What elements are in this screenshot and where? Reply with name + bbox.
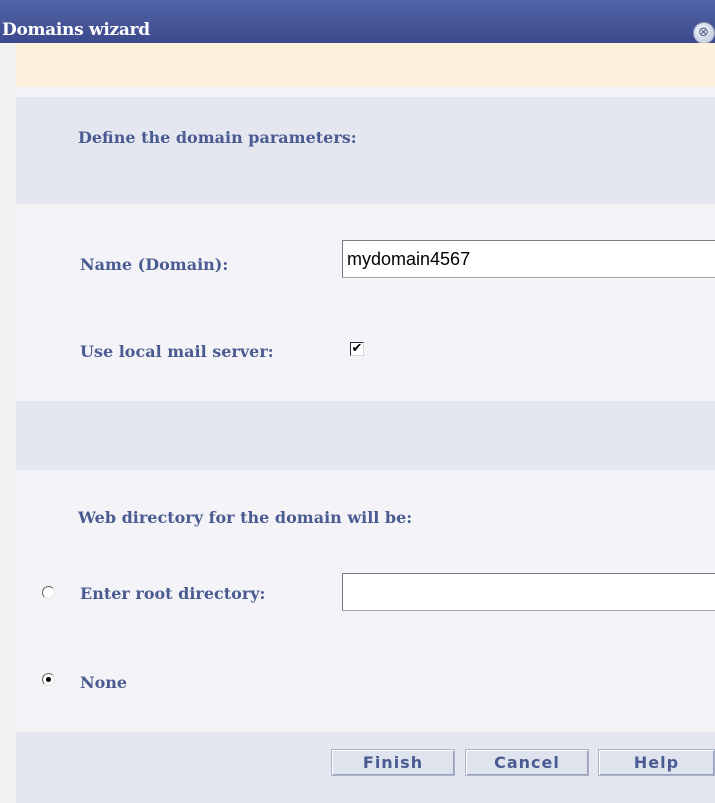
name-domain-label: Name (Domain): (80, 255, 229, 274)
help-button[interactable]: Help (598, 749, 715, 776)
params-heading: Define the domain parameters: (78, 128, 357, 147)
use-local-mail-server-label: Use local mail server: (80, 342, 274, 361)
name-domain-input[interactable] (342, 240, 715, 278)
left-rail (0, 43, 16, 803)
none-label: None (80, 673, 128, 692)
finish-button[interactable]: Finish (331, 749, 455, 776)
form-area (16, 204, 715, 401)
params-section (16, 97, 715, 204)
root-directory-input[interactable] (342, 573, 715, 611)
notice-strip (16, 43, 715, 87)
enter-root-directory-radio[interactable] (42, 586, 55, 599)
use-local-mail-server-checkbox[interactable]: ✔ (350, 342, 364, 356)
cancel-button[interactable]: Cancel (465, 749, 589, 776)
section-divider-band (16, 401, 715, 470)
window-title: Domains wizard (2, 20, 150, 40)
title-bar[interactable]: Domains wizard ⊗ (0, 0, 715, 44)
close-icon[interactable]: ⊗ (693, 22, 715, 44)
web-directory-heading: Web directory for the domain will be: (78, 508, 413, 527)
radio-selected-dot (46, 677, 51, 682)
domains-wizard-dialog: Domains wizard ⊗ Define the domain param… (0, 0, 715, 803)
enter-root-directory-label: Enter root directory: (80, 584, 266, 603)
none-radio[interactable] (42, 673, 55, 686)
